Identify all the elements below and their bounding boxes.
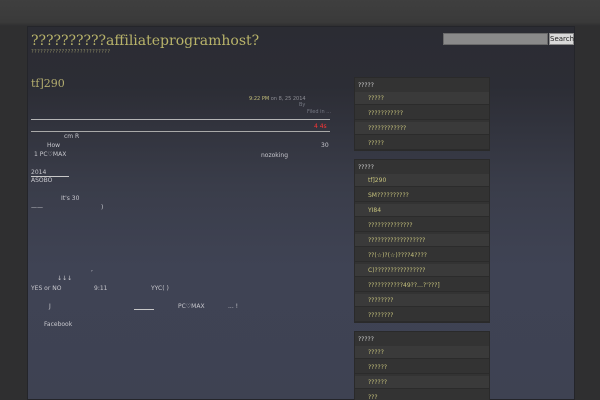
sidebar-item[interactable]: ?????? [355, 376, 489, 389]
post-text-line: PC♡MAX [178, 303, 205, 310]
widget-title: ????? [358, 336, 374, 343]
post-text-line: It's 30 [61, 195, 80, 202]
sidebar-item-label: YI84 [368, 207, 382, 214]
link-underline [134, 309, 154, 310]
post-time[interactable]: 9:22 PM [249, 96, 269, 102]
sidebar-item-label: ???????????? [368, 125, 407, 132]
sidebar-item[interactable]: ?????????????? [355, 219, 489, 232]
sidebar-item-label: ???????????49??…?'???] [368, 282, 440, 289]
sidebar-item[interactable]: ???????????49??…?'???] [355, 279, 489, 292]
sidebar-item-label: ????? [368, 95, 384, 102]
post-text-line[interactable]: Facebook [44, 321, 72, 328]
post-text-line: 1 PC♡MAX [34, 151, 67, 158]
sidebar-item-label: ??(☆)?(☆)????4???? [368, 252, 427, 259]
sidebar-item[interactable]: ???????? [355, 309, 489, 322]
page-container: ??????????affiliateprogramhost? ????????… [27, 26, 575, 400]
post-text-line: YES or NO [31, 285, 62, 292]
widget-title: ????? [358, 164, 374, 171]
sidebar-item[interactable]: YI84 [355, 204, 489, 217]
search-button[interactable]: Search [549, 33, 574, 45]
sidebar-item[interactable]: ????? [355, 346, 489, 359]
post-text-line: ASOBO [31, 177, 53, 184]
post-author: By [299, 102, 306, 108]
post-text-line: cm R [64, 133, 80, 140]
post-text-line: ) [101, 204, 104, 211]
sidebar-item-label: SM?????????? [368, 192, 409, 199]
post-text-line: nozoking [261, 152, 289, 159]
sidebar-item[interactable]: ????? [355, 137, 489, 150]
sidebar-widget-categories: ????? ????? ?????? ?????? ??? [354, 331, 490, 400]
post-text-line[interactable]: 2014 [31, 169, 46, 176]
sidebar-widget-recent: ????? ????? ??????????? ???????????? ???… [354, 77, 490, 151]
sidebar-item-label: ?????????????????? [368, 237, 426, 244]
post-text-line: ... ! [228, 303, 239, 310]
sidebar-item-label: ???????? [368, 297, 394, 304]
sidebar-item-label: tf]290 [368, 177, 387, 184]
divider [31, 131, 330, 132]
post-text-line: 30 [321, 142, 329, 149]
sidebar-item-label: ????? [368, 140, 384, 147]
post-text-line: , [91, 266, 93, 273]
sidebar-item-label: C)???????????????? [368, 267, 426, 274]
sidebar-item[interactable]: ??????????? [355, 107, 489, 120]
sidebar-item[interactable]: ?????????????????? [355, 234, 489, 247]
sidebar-item[interactable]: ????? [355, 92, 489, 105]
sidebar-item-label: ???????? [368, 312, 394, 319]
post-text-line: J [49, 303, 51, 310]
post-title[interactable]: tf]290 [31, 77, 65, 90]
sidebar-item[interactable]: ?????? [355, 361, 489, 374]
divider [31, 119, 330, 120]
sidebar-item-label: ??? [368, 394, 378, 400]
post-text-line: ↓↓↓ [57, 275, 73, 282]
post-text-line: How [47, 142, 61, 149]
post-category[interactable]: Filed in ... [307, 109, 331, 115]
comment-count-badge[interactable]: 4 4s [314, 123, 327, 130]
sidebar-item[interactable]: ??? [355, 391, 489, 400]
sidebar-item-label: ?????? [368, 364, 388, 371]
sidebar-widget-posts: ????? tf]290 SM?????????? YI84 ?????????… [354, 159, 490, 323]
site-header: ??????????affiliateprogramhost? ????????… [28, 27, 576, 75]
post-meta: 9:22 PM on 8, 25 2014 [249, 96, 306, 102]
site-description: ?????????????????????????? [31, 49, 111, 55]
post-text-line: YYC( ) [151, 285, 169, 292]
search-input[interactable] [443, 33, 548, 45]
sidebar-item[interactable]: SM?????????? [355, 189, 489, 202]
post-text-line: —— [31, 204, 43, 211]
post-text-line: 9:11 [94, 285, 108, 292]
widget-title: ????? [358, 82, 374, 89]
sidebar-item[interactable]: tf]290 [355, 174, 489, 187]
sidebar-item[interactable]: ???????? [355, 294, 489, 307]
site-title[interactable]: ??????????affiliateprogramhost? [31, 33, 259, 49]
sidebar-item[interactable]: C)???????????????? [355, 264, 489, 277]
sidebar-item-label: ????? [368, 349, 384, 356]
sidebar-item[interactable]: ???????????? [355, 122, 489, 135]
sidebar-item-label: ?????????????? [368, 222, 413, 229]
sidebar-item-label: ?????? [368, 379, 388, 386]
sidebar-item-label: ??????????? [368, 110, 404, 117]
sidebar-item[interactable]: ??(☆)?(☆)????4???? [355, 249, 489, 262]
